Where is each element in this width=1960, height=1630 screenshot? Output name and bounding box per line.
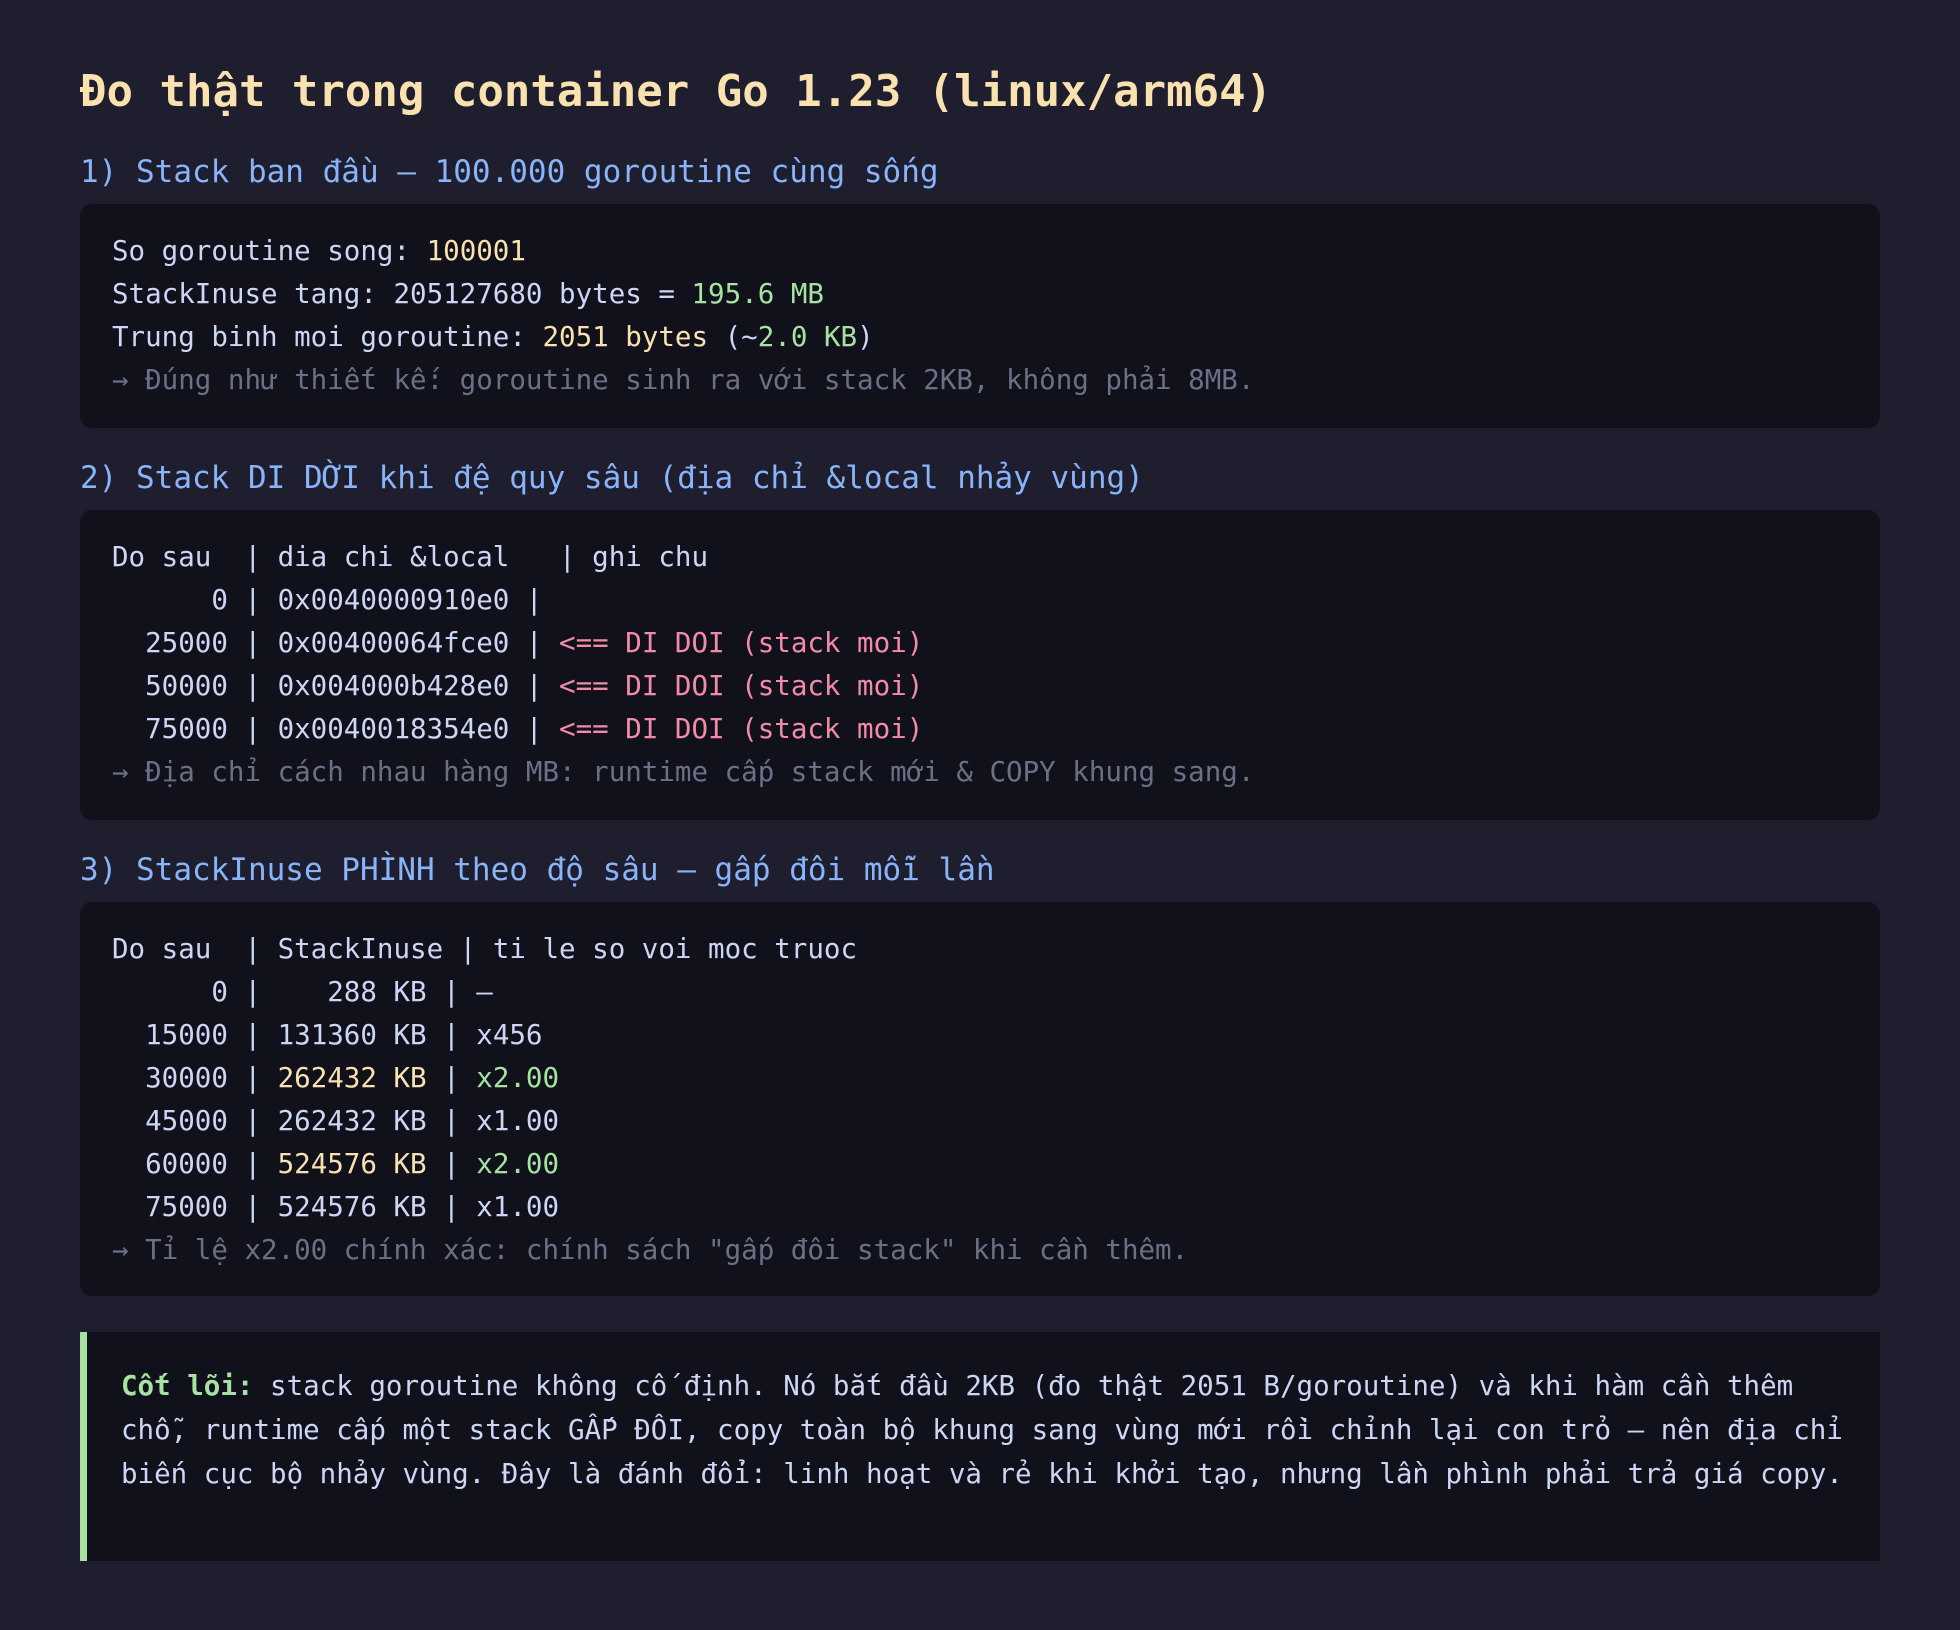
growth-row: 60000 | 524576 KB | x2.00	[112, 1148, 560, 1180]
section-3-heading: 3) StackInuse PHÌNH theo độ sâu — gấp đô…	[80, 852, 995, 888]
relocation-flag: <== DI DOI (stack moi)	[559, 670, 924, 702]
depth-cell: 60000	[112, 1148, 228, 1180]
average-stack-line: Trung binh moi goroutine: 2051 bytes (~2…	[112, 321, 874, 353]
relocation-flag: <== DI DOI (stack moi)	[559, 713, 924, 745]
stack-inuse-cell: 524576 KB	[277, 1191, 427, 1223]
stack-inuse-line: StackInuse tang: 205127680 bytes = 195.6…	[112, 278, 824, 310]
average-kb-value: 2.0 KB	[757, 321, 858, 353]
ratio-cell: x2.00	[476, 1062, 560, 1094]
page-title: Đo thật trong container Go 1.23 (linux/a…	[80, 66, 1273, 117]
relocation-flag: <== DI DOI (stack moi)	[559, 627, 924, 659]
growth-row: 45000 | 262432 KB | x1.00	[112, 1105, 560, 1137]
relocation-row: 75000 | 0x0040018354e0 | <== DI DOI (sta…	[112, 713, 924, 745]
stack-inuse-cell: 262432 KB	[277, 1105, 427, 1137]
ratio-cell: x1.00	[476, 1191, 560, 1223]
ratio-cell: x2.00	[476, 1148, 560, 1180]
relocation-table-header: Do sau | dia chi &local | ghi chu	[112, 541, 709, 573]
section-1-note: → Đúng như thiết kế: goroutine sinh ra v…	[112, 364, 1255, 396]
stack-inuse-cell: 262432 KB	[277, 1062, 427, 1094]
relocation-row: 0 | 0x0040000910e0 |	[112, 584, 543, 616]
stack-inuse-value: 195.6 MB	[691, 278, 824, 310]
section-3-output: Do sau | StackInuse | ti le so voi moc t…	[80, 902, 1880, 1296]
section-2-output: Do sau | dia chi &local | ghi chu 0 | 0x…	[80, 510, 1880, 820]
ratio-cell: x1.00	[476, 1105, 560, 1137]
goroutine-count-value: 100001	[426, 235, 526, 267]
stack-inuse-cell: 524576 KB	[277, 1148, 427, 1180]
depth-cell: 75000	[112, 1191, 228, 1223]
growth-row: 15000 | 131360 KB | x456	[112, 1019, 543, 1051]
core-label: Cốt lõi:	[121, 1370, 254, 1402]
section-1-heading: 1) Stack ban đầu — 100.000 goroutine cùn…	[80, 154, 939, 190]
growth-table-rows: 0 | 288 KB | – 15000 | 131360 KB | x456 …	[112, 971, 1848, 1229]
growth-table-header: Do sau | StackInuse | ti le so voi moc t…	[112, 933, 858, 965]
ratio-cell: –	[476, 976, 493, 1008]
growth-row: 0 | 288 KB | –	[112, 976, 493, 1008]
growth-row: 30000 | 262432 KB | x2.00	[112, 1062, 560, 1094]
depth-cell: 45000	[112, 1105, 228, 1137]
stack-inuse-cell: 131360 KB	[277, 1019, 427, 1051]
section-2-heading: 2) Stack DI DỜI khi đệ quy sâu (địa chỉ …	[80, 460, 1144, 496]
depth-cell: 15000	[112, 1019, 228, 1051]
relocation-row: 50000 | 0x004000b428e0 | <== DI DOI (sta…	[112, 670, 924, 702]
stack-inuse-cell: 288 KB	[277, 976, 427, 1008]
section-3-note: → Tỉ lệ x2.00 chính xác: chính sách "gấp…	[112, 1234, 1189, 1266]
core-text: stack goroutine không cố định. Nó bắt đầ…	[121, 1370, 1843, 1490]
ratio-cell: x456	[476, 1019, 543, 1051]
growth-row: 75000 | 524576 KB | x1.00	[112, 1191, 560, 1223]
relocation-row: 25000 | 0x00400064fce0 | <== DI DOI (sta…	[112, 627, 924, 659]
depth-cell: 30000	[112, 1062, 228, 1094]
goroutine-count-line: So goroutine song: 100001	[112, 235, 526, 267]
average-bytes-value: 2051 bytes	[542, 321, 709, 353]
core-takeaway-callout: Cốt lõi: stack goroutine không cố định. …	[80, 1332, 1880, 1561]
section-2-note: → Địa chỉ cách nhau hàng MB: runtime cấp…	[112, 756, 1255, 788]
section-1-output: So goroutine song: 100001 StackInuse tan…	[80, 204, 1880, 428]
depth-cell: 0	[112, 976, 228, 1008]
